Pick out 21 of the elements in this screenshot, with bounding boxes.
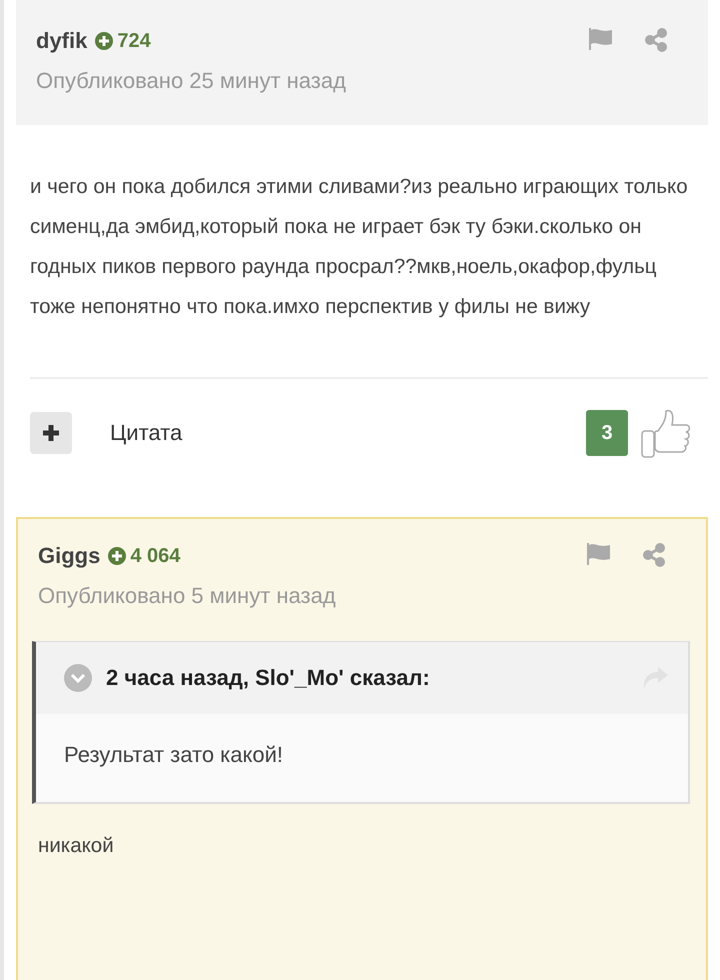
published-time: Опубликовано 5 минут назад bbox=[38, 583, 336, 609]
plus-circle-icon bbox=[108, 547, 126, 565]
share-icon[interactable] bbox=[644, 28, 668, 52]
post-text: никакой bbox=[37, 833, 115, 859]
quote-text: Результат зато какой! bbox=[63, 741, 284, 769]
plus-icon bbox=[41, 423, 61, 443]
multiquote-button[interactable] bbox=[30, 412, 72, 454]
plus-circle-icon bbox=[95, 32, 114, 50]
like-count: 3 bbox=[586, 410, 628, 456]
published-time: Опубликовано 25 минут назад bbox=[36, 68, 346, 94]
quote-citation: 2 часа назад, Slo'_Mo' сказал: bbox=[106, 665, 431, 691]
collapse-icon[interactable] bbox=[64, 664, 92, 692]
author-name[interactable]: dyfik bbox=[36, 28, 88, 54]
share-icon[interactable] bbox=[642, 543, 666, 567]
flag-icon[interactable] bbox=[586, 543, 612, 565]
quote-link[interactable]: Цитата bbox=[110, 420, 586, 446]
reputation-count: 724 bbox=[117, 30, 151, 52]
reputation-count: 4 064 bbox=[130, 544, 180, 568]
flag-icon[interactable] bbox=[588, 28, 614, 50]
post-text: и чего он пока добился этими сливами?из реально играющих только сименц,да эмбид,который пока не играет бэк ту бэки.сколько он годных пиков первого раунда просрал??мкв,ноель,окафор,фульц тоже непонятно что пока.имхо перспектив у филы не вижу bbox=[29, 174, 689, 320]
author-name[interactable]: Giggs bbox=[38, 543, 100, 569]
